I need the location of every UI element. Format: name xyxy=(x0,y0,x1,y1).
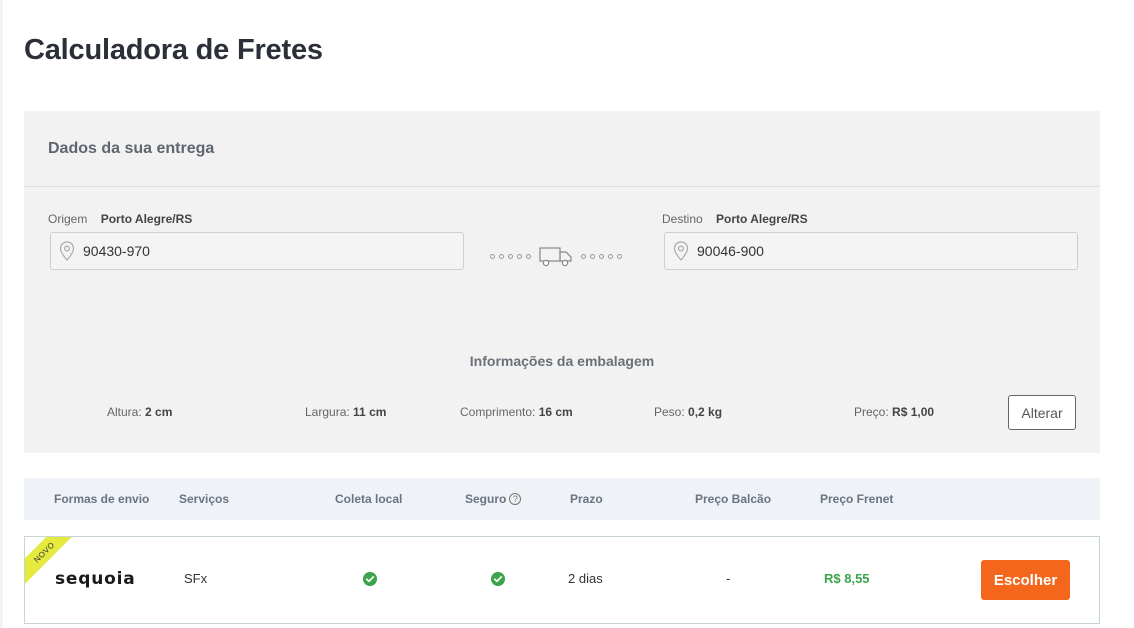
carrier-logo: sequoia xyxy=(55,569,136,589)
route-dot xyxy=(508,253,513,259)
deadline-value: 2 dias xyxy=(568,571,603,586)
service-name: SFx xyxy=(184,571,208,586)
package-length-label: Comprimento: xyxy=(460,405,536,419)
panel-header: Dados da sua entrega xyxy=(24,111,1100,187)
page-title: Calculadora de Fretes xyxy=(24,34,323,66)
package-price-label: Preço: xyxy=(854,405,889,419)
header-shipping: Formas de envio xyxy=(54,492,150,506)
package-weight-value: 0,2 kg xyxy=(688,405,723,419)
origin-zip-value: 90430-970 xyxy=(83,243,150,259)
frenet-price-value: R$ 8,55 xyxy=(824,571,870,586)
left-edge xyxy=(0,0,3,628)
header-frenet-price: Preço Frenet xyxy=(820,492,894,506)
header-services: Serviços xyxy=(179,492,230,506)
route-dot xyxy=(526,253,531,259)
header-local-pickup: Coleta local xyxy=(335,492,403,506)
delivery-panel: Dados da sua entrega Origem Porto Alegre… xyxy=(24,111,1100,453)
package-height: Altura: 2 cm xyxy=(107,405,172,419)
package-weight: Peso: 0,2 kg xyxy=(654,405,722,419)
alter-button[interactable]: Alterar xyxy=(1008,395,1076,430)
new-badge-text: NOVO xyxy=(31,539,57,565)
package-length: Comprimento: 16 cm xyxy=(460,405,573,419)
package-title: Informações da embalagem xyxy=(469,353,655,369)
destination-zip-field[interactable]: 90046-900 xyxy=(664,232,1078,270)
route-dot xyxy=(499,253,504,259)
package-height-label: Altura: xyxy=(107,405,142,419)
location-pin-icon xyxy=(59,241,75,261)
header-counter-price: Preço Balcão xyxy=(695,492,772,506)
origin-label: Origem xyxy=(48,212,88,226)
insurance-check-icon xyxy=(491,572,505,586)
package-weight-label: Peso: xyxy=(654,405,685,419)
package-length-value: 16 cm xyxy=(538,405,573,419)
package-price-value: R$ 1,00 xyxy=(892,405,935,419)
header-insurance: Seguro ? xyxy=(465,492,522,506)
route-dot xyxy=(617,253,622,259)
route-dot xyxy=(490,253,495,259)
truck-icon xyxy=(539,247,572,267)
route-graphic xyxy=(490,244,622,268)
package-width: Largura: 11 cm xyxy=(305,405,386,419)
delivery-title: Dados da sua entrega xyxy=(48,139,215,157)
route-dot xyxy=(517,253,522,259)
results-table-header: Formas de envio Serviços Coleta local Se… xyxy=(24,478,1100,520)
header-deadline: Prazo xyxy=(570,492,603,506)
route-dots-right xyxy=(581,253,622,259)
route-dot xyxy=(608,253,613,259)
route-dot xyxy=(599,253,604,259)
local-pickup-check-icon xyxy=(363,572,377,586)
route-dot xyxy=(590,253,595,259)
table-row: NOVO sequoia SFx 2 dias - R$ 8,55 Escolh… xyxy=(24,536,1100,624)
origin-label-row: Origem Porto Alegre/RS xyxy=(48,212,192,226)
destination-label: Destino xyxy=(662,212,703,226)
package-width-label: Largura: xyxy=(305,405,350,419)
package-price: Preço: R$ 1,00 xyxy=(854,405,934,419)
destination-zip-value: 90046-900 xyxy=(697,243,764,259)
destination-label-row: Destino Porto Alegre/RS xyxy=(662,212,808,226)
location-pin-icon xyxy=(673,241,689,261)
counter-price-value: - xyxy=(726,571,731,586)
package-height-value: 2 cm xyxy=(145,405,173,419)
help-icon[interactable]: ? xyxy=(509,493,522,505)
destination-city: Porto Alegre/RS xyxy=(716,212,808,226)
choose-button[interactable]: Escolher xyxy=(981,560,1070,600)
package-width-value: 11 cm xyxy=(353,405,387,419)
header-insurance-label: Seguro xyxy=(465,492,507,506)
route-dot xyxy=(581,253,586,259)
route-dots-left xyxy=(490,253,531,259)
origin-zip-field[interactable]: 90430-970 xyxy=(50,232,464,270)
origin-city: Porto Alegre/RS xyxy=(100,212,193,226)
